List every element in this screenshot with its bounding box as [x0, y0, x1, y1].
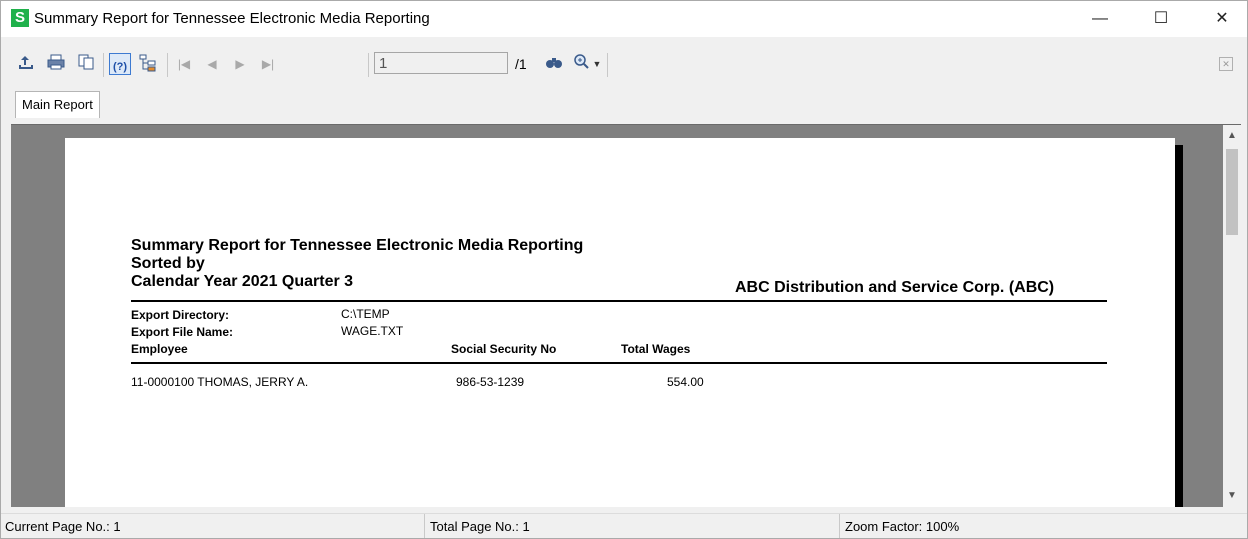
- minimize-button[interactable]: —: [1077, 1, 1123, 37]
- report-preview-area: Summary Report for Tennessee Electronic …: [11, 124, 1241, 507]
- page-number-input[interactable]: [374, 52, 508, 74]
- row-wages: 554.00: [667, 375, 704, 389]
- title-bar: S Summary Report for Tennessee Electroni…: [1, 1, 1247, 37]
- window-title: Summary Report for Tennessee Electronic …: [34, 10, 430, 27]
- toolbar-separator: [167, 53, 168, 77]
- report-period: Calendar Year 2021 Quarter 3: [131, 273, 354, 290]
- maximize-button[interactable]: ☐: [1138, 1, 1184, 37]
- export-file-label: Export File Name:: [131, 325, 234, 339]
- scroll-thumb[interactable]: [1226, 149, 1238, 235]
- previous-page-icon[interactable]: ◀: [201, 53, 223, 75]
- scroll-down-icon[interactable]: ▼: [1223, 487, 1241, 505]
- company-name: ABC Distribution and Service Corp. (ABC): [735, 279, 1055, 296]
- export-directory-label: Export Directory:: [131, 308, 230, 322]
- toolbar-separator: [607, 53, 608, 77]
- close-tab-icon[interactable]: ✕: [1219, 57, 1233, 71]
- zoom-icon[interactable]: [571, 53, 593, 75]
- help-icon[interactable]: (?): [109, 53, 131, 75]
- scroll-up-icon[interactable]: ▲: [1223, 127, 1241, 145]
- report-title: Summary Report for Tennessee Electronic …: [131, 237, 584, 254]
- toolbar-separator: [103, 53, 104, 77]
- zoom-dropdown-icon[interactable]: ▼: [591, 53, 603, 75]
- search-icon[interactable]: [543, 53, 565, 75]
- row-employee: 11-0000100 THOMAS, JERRY A.: [131, 375, 309, 389]
- app-icon: S: [11, 9, 29, 27]
- last-page-icon[interactable]: ▶|: [257, 53, 279, 75]
- row-ssn: 986-53-1239: [456, 375, 525, 389]
- tab-main-report[interactable]: Main Report: [15, 91, 100, 118]
- report-sorted-by: Sorted by: [131, 255, 205, 272]
- page-total-label: /1: [515, 56, 527, 72]
- status-separator: [424, 514, 425, 538]
- column-header-wages: Total Wages: [621, 342, 691, 356]
- total-page-status: Total Page No.: 1: [430, 519, 530, 534]
- next-page-icon[interactable]: ▶: [229, 53, 251, 75]
- column-header-employee: Employee: [131, 342, 188, 356]
- status-bar: Current Page No.: 1 Total Page No.: 1 Zo…: [1, 513, 1247, 538]
- current-page-status: Current Page No.: 1: [5, 519, 121, 534]
- copy-icon[interactable]: [75, 53, 97, 75]
- column-header-rule: [131, 362, 1107, 364]
- toolbar-separator: [368, 53, 369, 77]
- vertical-scrollbar[interactable]: ▲ ▼: [1223, 125, 1241, 507]
- report-page: Summary Report for Tennessee Electronic …: [65, 138, 1175, 507]
- status-separator: [839, 514, 840, 538]
- print-icon[interactable]: [45, 53, 67, 75]
- export-file-value: WAGE.TXT: [341, 324, 404, 338]
- zoom-factor-status: Zoom Factor: 100%: [845, 519, 960, 534]
- first-page-icon[interactable]: |◀: [173, 53, 195, 75]
- close-button[interactable]: ✕: [1199, 1, 1245, 37]
- toolbar: (?) |◀ ◀ ▶ ▶| /1 ▼ ✕: [1, 49, 1247, 89]
- report-viewer-window: S Summary Report for Tennessee Electroni…: [0, 0, 1248, 539]
- export-icon[interactable]: [15, 53, 37, 75]
- group-tree-icon[interactable]: [137, 53, 159, 75]
- export-directory-value: C:\TEMP: [341, 307, 390, 321]
- column-header-ssn: Social Security No: [451, 342, 557, 356]
- header-rule: [131, 300, 1107, 302]
